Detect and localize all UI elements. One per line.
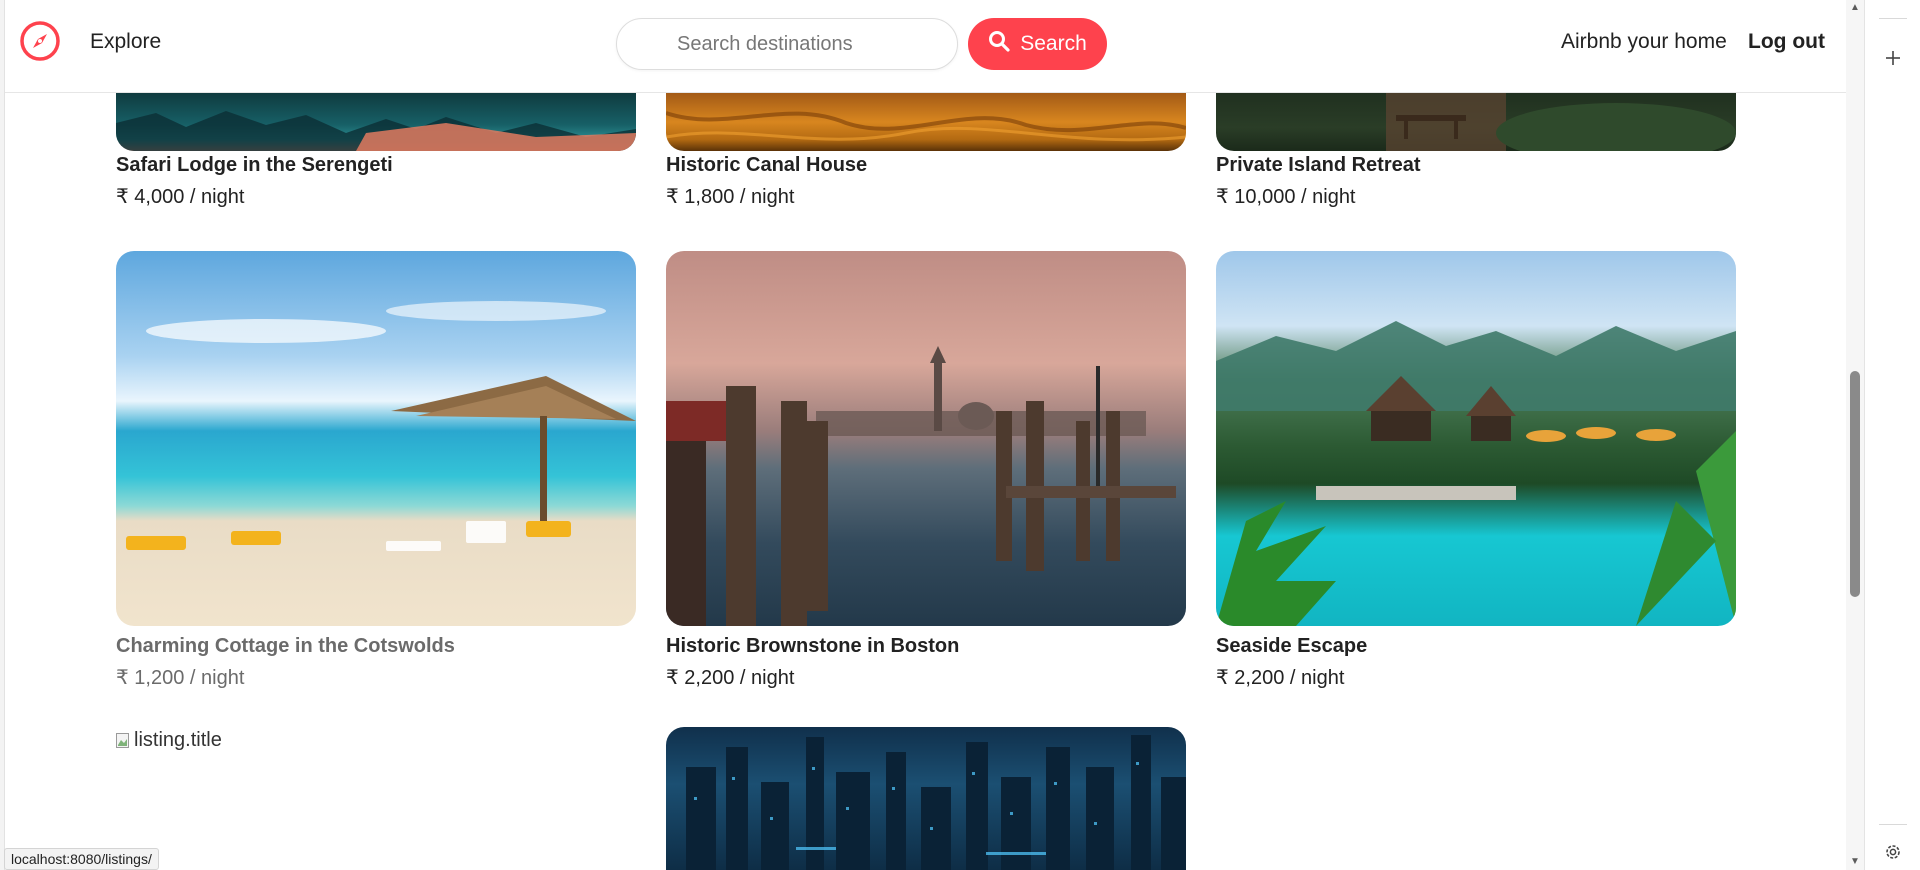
status-bar-url: localhost:8080/listings/ (4, 848, 159, 870)
search-button[interactable]: Search (968, 18, 1107, 70)
search-icon (988, 30, 1010, 58)
listing-image (666, 727, 1186, 870)
compass-icon[interactable] (19, 20, 61, 62)
listing-card[interactable] (666, 727, 1186, 870)
listing-image (1216, 93, 1736, 151)
scroll-track[interactable] (1846, 16, 1864, 854)
listing-image (116, 93, 636, 151)
listing-card[interactable]: Private Island Retreat ₹ 10,000 / night (1216, 93, 1736, 213)
divider (1879, 824, 1907, 825)
airbnb-your-home-link[interactable]: Airbnb your home (1561, 30, 1727, 54)
scroll-up-arrow-icon[interactable]: ▲ (1846, 0, 1864, 16)
listing-card[interactable]: listing.title (116, 727, 636, 870)
search-input[interactable] (616, 18, 958, 70)
listing-price: ₹ 1,800 / night (666, 186, 795, 208)
listing-card[interactable]: Charming Cottage in the Cotswolds ₹ 1,20… (116, 251, 636, 691)
listing-price: ₹ 4,000 / night (116, 186, 245, 208)
browser-side-panel (1864, 0, 1920, 870)
broken-image-icon (116, 732, 129, 748)
listing-image (1216, 251, 1736, 626)
top-navbar: Explore Search Airbnb your home Log out (5, 0, 1846, 93)
search-button-label: Search (1020, 32, 1087, 55)
scroll-thumb[interactable] (1850, 371, 1860, 597)
listing-card[interactable]: Safari Lodge in the Serengeti ₹ 4,000 / … (116, 93, 636, 213)
scroll-down-arrow-icon[interactable]: ▼ (1846, 854, 1864, 870)
add-icon[interactable] (1877, 42, 1909, 74)
broken-image: listing.title (116, 729, 222, 752)
divider (1879, 18, 1907, 19)
nav-explore-link[interactable]: Explore (90, 30, 161, 54)
listing-price: ₹ 10,000 / night (1216, 186, 1356, 208)
logout-link[interactable]: Log out (1748, 30, 1825, 54)
listing-image (666, 93, 1186, 151)
listing-price: ₹ 1,200 / night (116, 667, 245, 689)
listing-title: Charming Cottage in the Cotswolds (116, 635, 455, 657)
listing-title: Historic Brownstone in Boston (666, 635, 960, 657)
listing-title: Seaside Escape (1216, 635, 1368, 657)
page-scrollbar[interactable]: ▲ ▼ (1846, 0, 1864, 870)
listing-price: ₹ 2,200 / night (1216, 667, 1345, 689)
gear-icon[interactable] (1877, 836, 1909, 868)
window-edge (0, 0, 5, 870)
listing-title: Private Island Retreat (1216, 154, 1421, 176)
listing-title: Historic Canal House (666, 154, 868, 176)
listing-image (116, 251, 636, 626)
listing-card[interactable]: Historic Brownstone in Boston ₹ 2,200 / … (666, 251, 1186, 691)
listing-price: ₹ 2,200 / night (666, 667, 795, 689)
listing-card[interactable]: Seaside Escape ₹ 2,200 / night (1216, 251, 1736, 691)
listing-image (666, 251, 1186, 626)
listing-card[interactable]: Historic Canal House ₹ 1,800 / night (666, 93, 1186, 213)
broken-image-alt: listing.title (134, 729, 222, 751)
listing-title: Safari Lodge in the Serengeti (116, 154, 393, 176)
